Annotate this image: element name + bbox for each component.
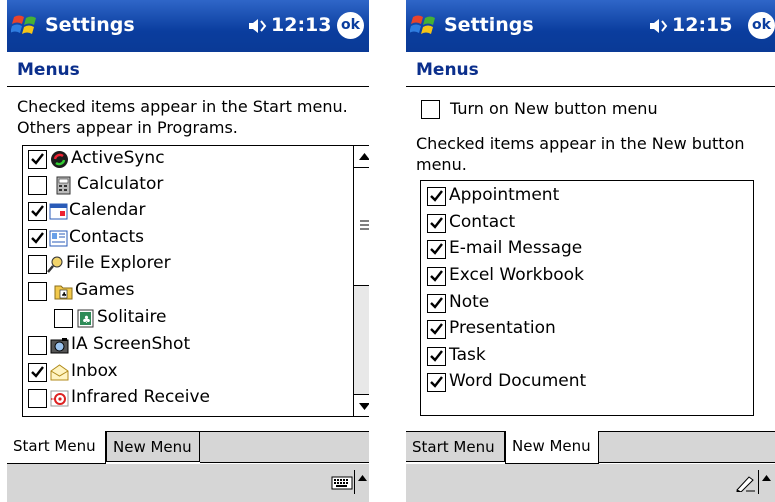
activesync-icon	[51, 151, 68, 168]
inbox-icon	[50, 364, 69, 381]
clock[interactable]: 12:13	[271, 14, 331, 36]
screenshot-icon	[50, 338, 69, 354]
clock[interactable]: 12:15	[672, 14, 732, 36]
app-title: Settings	[45, 14, 135, 36]
grip-icon	[360, 220, 369, 230]
list-item-label: Inbox	[71, 361, 118, 381]
list-item-label: Task	[449, 345, 486, 365]
description-line-2: Others appear in Programs.	[17, 118, 238, 137]
list-item-label: Note	[449, 292, 490, 312]
description-line-2: menu.	[416, 155, 467, 174]
triangle-up-icon	[762, 475, 771, 481]
checkbox[interactable]	[28, 336, 47, 355]
heading-divider	[7, 86, 369, 87]
menu-bar	[7, 464, 369, 502]
list-item-label: File Explorer	[66, 253, 171, 273]
input-selector-arrow[interactable]	[354, 470, 369, 494]
tab-new-menu[interactable]: New Menu	[505, 431, 599, 464]
triangle-up-icon	[358, 475, 367, 481]
checkbox[interactable]	[427, 294, 446, 313]
title-bar: Settings 12:13 ok	[7, 0, 369, 52]
checkbox[interactable]	[427, 267, 446, 286]
list-item-label: ActiveSync	[71, 148, 165, 168]
app-title: Settings	[444, 14, 534, 36]
calculator-icon	[56, 176, 71, 195]
list-item-label: Word Document	[449, 371, 587, 391]
checkbox[interactable]	[421, 100, 440, 119]
list-item-label: Contacts	[69, 227, 144, 247]
tab-new-menu[interactable]: New Menu	[106, 431, 200, 462]
program-list[interactable]: ActiveSync Calculator Calendar Contacts …	[22, 145, 369, 417]
solitaire-icon: ♣	[77, 309, 94, 328]
calendar-icon	[49, 203, 68, 220]
list-item-label: Solitaire	[97, 307, 167, 327]
input-selector-arrow[interactable]	[758, 470, 774, 494]
pen-input-icon[interactable]	[734, 474, 756, 492]
triangle-down-icon	[359, 403, 369, 410]
list-item-label: Calendar	[69, 200, 146, 220]
tab-start-menu[interactable]: Start Menu	[406, 431, 505, 462]
title-bar: Settings 12:15 ok	[406, 0, 775, 52]
scroll-down-button[interactable]	[354, 394, 369, 416]
tab-strip: Start Menu New Menu	[406, 431, 775, 464]
checkbox[interactable]	[427, 240, 446, 259]
list-item-label: Calculator	[77, 174, 164, 194]
page-heading: Menus	[416, 60, 479, 80]
file-explorer-icon	[47, 256, 63, 273]
toggle-label: Turn on New button menu	[450, 99, 658, 118]
windows-start-icon[interactable]	[11, 12, 39, 38]
new-menu-list[interactable]: Appointment Contact E-mail Message Excel…	[420, 180, 754, 416]
ok-button[interactable]: ok	[337, 12, 364, 39]
checkbox[interactable]	[427, 373, 446, 392]
heading-divider	[406, 86, 775, 87]
windows-start-icon[interactable]	[410, 12, 438, 38]
tab-strip: Start Menu New Menu	[7, 431, 369, 464]
svg-text:♣: ♣	[82, 315, 91, 326]
ok-button[interactable]: ok	[748, 12, 775, 39]
description-line-1: Checked items appear in the New button	[416, 134, 745, 153]
start-menu-settings-screen: Settings 12:13 ok Menus Checked items ap…	[7, 0, 369, 502]
list-item-label: Presentation	[449, 318, 556, 338]
new-menu-settings-screen: Settings 12:15 ok Menus Turn on New butt…	[406, 0, 775, 502]
checkbox[interactable]	[28, 255, 47, 274]
checkbox[interactable]	[28, 150, 47, 169]
checkbox[interactable]	[28, 363, 47, 382]
list-item-label: E-mail Message	[449, 238, 583, 258]
svg-text:♣: ♣	[62, 292, 67, 299]
checkbox[interactable]	[54, 309, 73, 328]
new-button-toggle[interactable]: Turn on New button menu	[421, 97, 751, 123]
list-item-label: Contact	[449, 212, 516, 232]
list-item-label: Appointment	[449, 185, 560, 205]
speaker-icon[interactable]	[649, 17, 669, 35]
menu-bar	[406, 464, 775, 502]
list-item-label: Games	[75, 280, 135, 300]
list-item-label: Excel Workbook	[449, 265, 584, 285]
scrollbar[interactable]	[353, 146, 369, 416]
checkbox[interactable]	[28, 229, 47, 248]
checkbox[interactable]	[28, 176, 47, 195]
speaker-icon[interactable]	[248, 17, 268, 35]
page-heading: Menus	[17, 60, 80, 80]
list-item-label: IA ScreenShot	[71, 334, 191, 354]
description-line-1: Checked items appear in the Start menu.	[17, 97, 348, 116]
contacts-icon	[49, 230, 68, 247]
scroll-thumb[interactable]	[354, 168, 369, 286]
checkbox[interactable]	[427, 320, 446, 339]
scroll-up-button[interactable]	[354, 146, 369, 168]
keyboard-icon[interactable]	[331, 474, 353, 492]
tab-start-menu[interactable]: Start Menu	[7, 431, 106, 464]
checkbox[interactable]	[427, 214, 446, 233]
checkbox[interactable]	[427, 187, 446, 206]
tab-strip-filler	[599, 432, 775, 463]
checkbox[interactable]	[28, 202, 47, 221]
list-item-label: Infrared Receive	[71, 387, 211, 407]
checkbox[interactable]	[28, 282, 47, 301]
checkbox[interactable]	[28, 389, 47, 408]
triangle-up-icon	[359, 153, 369, 160]
tab-strip-filler	[200, 432, 369, 463]
infrared-icon	[50, 390, 69, 407]
checkbox[interactable]	[427, 347, 446, 366]
games-folder-icon: ♣	[54, 285, 73, 300]
